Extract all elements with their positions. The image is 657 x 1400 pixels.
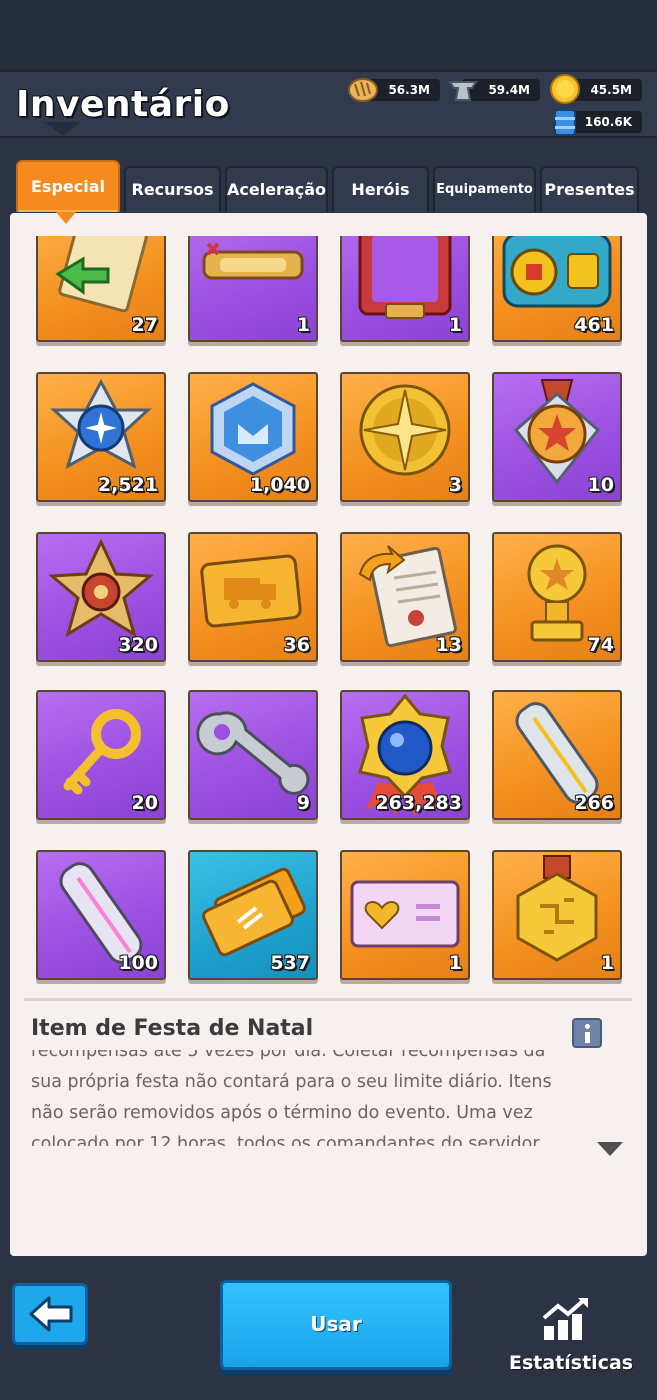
info-button[interactable] (572, 1018, 602, 1048)
item-quantity: 1 (600, 952, 614, 974)
item-quantity: 36 (283, 634, 310, 656)
item-slot[interactable]: 1 (340, 850, 470, 980)
active-tab-pointer (56, 212, 76, 224)
item-quantity: 2,521 (97, 474, 158, 496)
tab-presentes[interactable]: Presentes (540, 166, 639, 212)
item-slot[interactable]: 1 (188, 236, 318, 342)
item-quantity: 537 (270, 952, 310, 974)
bread-value: 56.3M (388, 83, 430, 97)
item-slot[interactable]: 320 (36, 532, 166, 662)
item-slot[interactable]: 1 (492, 850, 622, 980)
item-quantity: 461 (574, 314, 614, 336)
item-quantity: 74 (587, 634, 614, 656)
tab-especial[interactable]: Especial (16, 160, 120, 212)
item-quantity: 27 (131, 314, 158, 336)
scroll-down-icon[interactable] (597, 1142, 623, 1156)
item-slot[interactable]: 74 (492, 532, 622, 662)
back-button[interactable] (12, 1283, 88, 1345)
item-quantity: 1 (448, 952, 462, 974)
item-slot[interactable]: 1,040 (188, 372, 318, 502)
description-line: recompensas até 5 vezes por dia. Coletar… (31, 1050, 546, 1061)
item-slot[interactable]: 20 (36, 690, 166, 820)
description-line: colocado por 12 horas, todos os comandan… (31, 1134, 540, 1146)
description-line: sua própria festa não contará para o seu… (31, 1072, 552, 1092)
item-slot[interactable]: 537 (188, 850, 318, 980)
item-quantity: 20 (131, 792, 158, 814)
tab-aceleracao[interactable]: Aceleração (225, 166, 328, 212)
item-quantity: 9 (296, 792, 310, 814)
item-quantity: 1 (296, 314, 310, 336)
tab-recursos[interactable]: Recursos (124, 166, 221, 212)
description-scroll[interactable]: recompensas até 5 vezes por dia. Coletar… (31, 1050, 631, 1146)
item-slot[interactable]: 13 (340, 532, 470, 662)
description-title: Item de Festa de Natal (31, 1016, 314, 1041)
item-quantity: 1 (448, 314, 462, 336)
item-slot[interactable]: 1 (340, 236, 470, 342)
item-slot[interactable]: 263,283 (340, 690, 470, 820)
iron-value: 59.4M (488, 83, 530, 97)
statistics-label[interactable]: Estatísticas (509, 1352, 633, 1374)
item-slot[interactable]: 266 (492, 690, 622, 820)
tab-bar: Especial Recursos Aceleração Heróis Equi… (0, 160, 657, 215)
status-bar (0, 0, 657, 70)
tab-herois[interactable]: Heróis (332, 166, 429, 212)
item-quantity: 13 (435, 634, 462, 656)
item-quantity: 1,040 (249, 474, 310, 496)
item-slot[interactable]: 2,521 (36, 372, 166, 502)
item-slot[interactable]: 100 (36, 850, 166, 980)
item-grid: 27 1 1 461 2,521 1,040 3 10 320 36 13 74… (10, 236, 647, 992)
item-quantity: 3 (448, 474, 462, 496)
item-quantity: 266 (574, 792, 614, 814)
bread-icon (348, 78, 378, 102)
iron-icon (448, 81, 478, 101)
item-slot[interactable]: 461 (492, 236, 622, 342)
item-slot[interactable]: 36 (188, 532, 318, 662)
use-button[interactable]: Usar (220, 1280, 452, 1370)
tab-equipamento[interactable]: Equipamento (433, 166, 536, 212)
item-quantity: 320 (118, 634, 158, 656)
item-slot[interactable]: 3 (340, 372, 470, 502)
item-quantity: 263,283 (375, 792, 462, 814)
page-title: Inventário (16, 84, 230, 125)
item-slot[interactable]: 27 (36, 236, 166, 342)
gold-coin-icon (550, 74, 580, 104)
gold-value: 45.5M (590, 83, 632, 97)
statistics-icon[interactable] (540, 1296, 592, 1342)
item-quantity: 10 (587, 474, 614, 496)
title-notch (45, 122, 81, 136)
back-arrow-icon (29, 1296, 73, 1332)
item-slot[interactable]: 10 (492, 372, 622, 502)
item-quantity: 100 (118, 952, 158, 974)
oil-value: 160.6K (584, 115, 632, 129)
divider (24, 998, 632, 1001)
description-line: não serão removidos após o término do ev… (31, 1103, 533, 1123)
oil-barrel-icon (554, 109, 576, 136)
item-slot[interactable]: 9 (188, 690, 318, 820)
